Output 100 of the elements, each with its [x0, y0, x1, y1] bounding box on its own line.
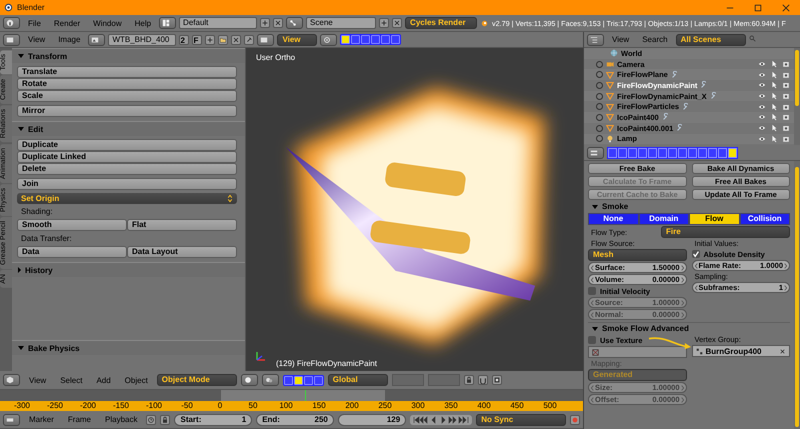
tool-button[interactable]: Mirror	[17, 105, 237, 117]
add-icon[interactable]	[205, 34, 216, 44]
orientation-dropdown[interactable]: Global	[328, 374, 388, 386]
record-icon[interactable]	[570, 414, 580, 424]
menu-item[interactable]: Render	[48, 18, 86, 28]
menu-item[interactable]: Search	[637, 35, 673, 44]
menu-item[interactable]: View	[24, 376, 52, 384]
close-icon[interactable]	[782, 4, 790, 12]
menu-item[interactable]: Frame	[62, 415, 96, 424]
menu-item[interactable]: Window	[88, 18, 127, 28]
shading-button[interactable]	[240, 374, 258, 386]
properties-tab-icon[interactable]	[628, 148, 637, 158]
tool-button[interactable]: Rotate	[17, 78, 237, 90]
menu-item[interactable]: File	[23, 18, 46, 28]
add-icon[interactable]	[260, 18, 270, 28]
eye-icon[interactable]	[758, 134, 766, 143]
smoke-type-tab[interactable]: None	[588, 213, 638, 225]
tool-button[interactable]: Flat	[127, 219, 237, 231]
eye-icon[interactable]	[758, 124, 766, 132]
close-icon[interactable]	[273, 18, 284, 28]
close-icon[interactable]	[392, 18, 402, 28]
layout-icon[interactable]	[159, 17, 176, 29]
menu-item[interactable]: Image	[53, 35, 86, 44]
menu-item[interactable]: View	[23, 35, 50, 44]
end-frame-field[interactable]: End: 250	[256, 414, 334, 426]
folder-icon[interactable]	[218, 34, 228, 44]
checkbox[interactable]	[588, 287, 596, 295]
mode-dropdown[interactable]: Object Mode	[156, 374, 237, 386]
camera-icon[interactable]	[782, 92, 790, 100]
properties-tab-icon[interactable]	[678, 148, 687, 158]
menu-item[interactable]: Marker	[24, 415, 59, 424]
current-frame-line[interactable]	[305, 390, 306, 401]
eye-icon[interactable]	[758, 81, 766, 90]
properties-tab-icon[interactable]	[668, 148, 677, 158]
texture-field[interactable]	[588, 346, 686, 358]
tool-button[interactable]: Duplicate	[17, 139, 237, 151]
disclosure-triangle-icon[interactable]	[18, 54, 24, 58]
panel-title[interactable]: Bake Physics	[28, 344, 80, 352]
tool-button[interactable]: Translate	[17, 66, 237, 78]
camera-icon[interactable]	[782, 60, 790, 68]
scale-icon[interactable]	[314, 376, 323, 384]
set-origin-dropdown[interactable]: Set Origin	[17, 193, 237, 204]
camera-icon[interactable]	[782, 134, 790, 143]
layout-field[interactable]: Default	[179, 17, 258, 29]
flow-source-dropdown[interactable]: Mesh	[588, 249, 686, 261]
manipulator-icon[interactable]	[284, 376, 293, 384]
properties-tab-icon[interactable]	[638, 148, 647, 158]
scene-icon[interactable]	[286, 17, 304, 29]
tool-button[interactable]: Smooth	[17, 219, 127, 231]
editor-type-button[interactable]	[3, 17, 20, 29]
editor-type-button[interactable]	[3, 414, 20, 426]
timeline-track[interactable]	[0, 390, 583, 401]
clock-icon[interactable]	[146, 414, 156, 424]
pin-icon[interactable]	[244, 34, 254, 44]
tool-button[interactable]: Delete	[17, 163, 237, 175]
search-field[interactable]	[748, 35, 756, 44]
users-count[interactable]: 2	[179, 34, 190, 44]
disclosure-triangle-icon[interactable]	[18, 346, 24, 350]
eye-icon[interactable]	[758, 60, 766, 68]
playback-controls-icon[interactable]	[410, 414, 472, 424]
add-icon[interactable]	[379, 18, 390, 28]
tool-button[interactable]: Scale	[17, 90, 237, 102]
disclosure-triangle-icon[interactable]	[592, 326, 598, 330]
pivot-button[interactable]	[320, 34, 338, 46]
menu-item[interactable]: Playback	[100, 415, 142, 424]
flow-type-dropdown[interactable]: Fire	[661, 226, 790, 238]
smoke-type-tab[interactable]: Domain	[638, 213, 689, 225]
menu-item[interactable]: Object	[120, 376, 153, 384]
panel-title[interactable]: Transform	[28, 52, 68, 60]
eye-icon[interactable]	[758, 92, 766, 100]
camera-icon[interactable]	[782, 113, 790, 122]
properties-tab-icon[interactable]	[608, 148, 617, 158]
sync-dropdown[interactable]: No Sync	[476, 414, 566, 426]
panel-title[interactable]: Smoke	[602, 202, 628, 211]
properties-tab-icon[interactable]	[648, 148, 657, 158]
eye-icon[interactable]	[758, 102, 766, 111]
editor-type-button[interactable]	[3, 374, 20, 386]
editor-type-button[interactable]	[587, 34, 604, 46]
menu-item[interactable]: Select	[55, 376, 88, 384]
scrollbar[interactable]	[794, 161, 800, 429]
display-mode-dropdown[interactable]: All Scenes	[676, 34, 746, 46]
panel-title[interactable]: History	[25, 266, 53, 274]
start-frame-field[interactable]: Start: 1	[174, 414, 252, 426]
close-icon[interactable]	[779, 348, 786, 354]
panel-title[interactable]: Edit	[28, 124, 44, 134]
menu-item[interactable]: View	[607, 35, 634, 44]
tool-button[interactable]: Data Layout	[127, 246, 237, 258]
pivot-button[interactable]	[262, 374, 279, 386]
scrollbar[interactable]	[794, 48, 800, 145]
snap-icon[interactable]	[478, 375, 488, 385]
lock-icon[interactable]	[160, 414, 170, 424]
panel-title[interactable]: Smoke Flow Advanced	[602, 324, 689, 333]
tool-button[interactable]: Duplicate Linked	[17, 151, 237, 163]
camera-icon[interactable]	[782, 70, 790, 79]
smoke-type-tab[interactable]: Flow	[689, 213, 740, 225]
disclosure-triangle-icon[interactable]	[592, 204, 598, 208]
render-icon[interactable]	[492, 375, 502, 385]
render-engine-dropdown[interactable]: Cycles Render	[405, 17, 478, 29]
properties-tab-icon[interactable]	[618, 148, 627, 158]
vertex-group-field[interactable]: BurnGroup400	[692, 345, 790, 357]
